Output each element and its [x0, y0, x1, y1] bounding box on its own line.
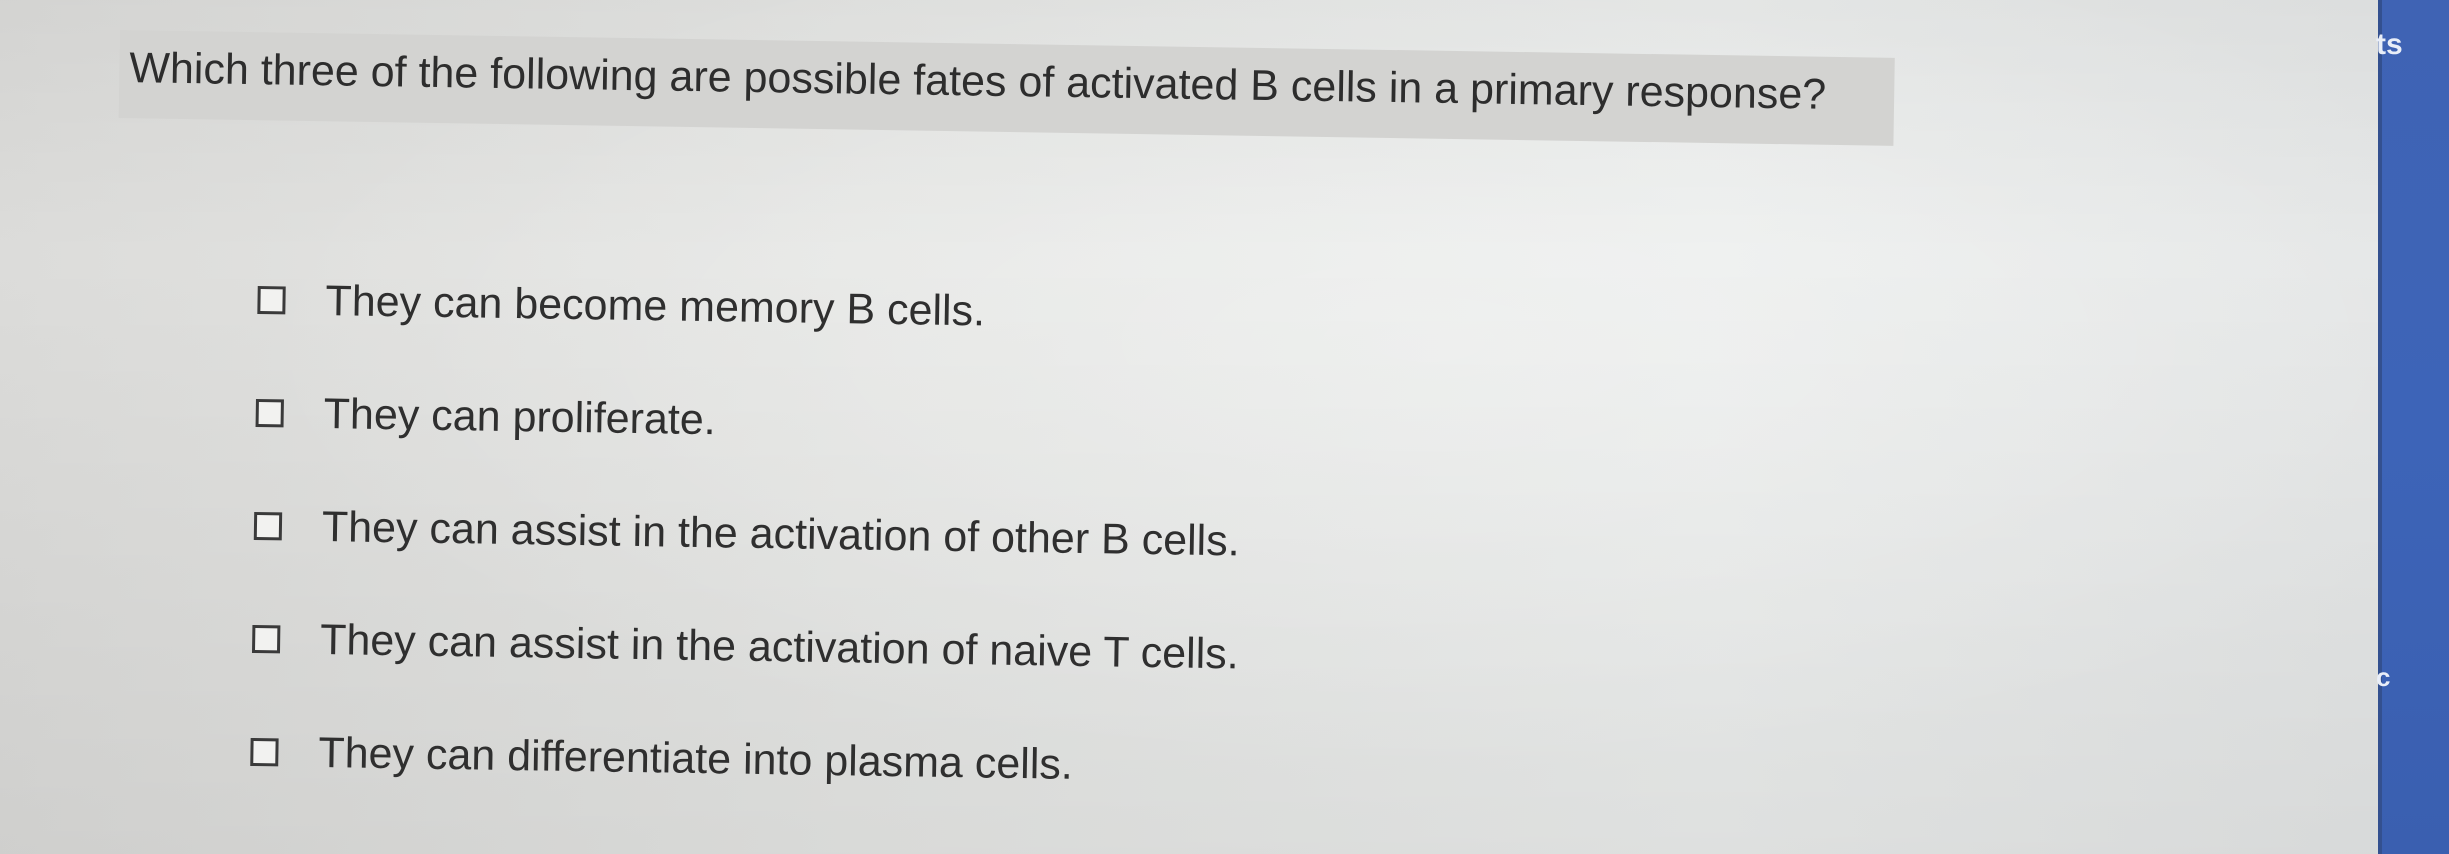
- checkbox[interactable]: [257, 285, 286, 315]
- side-panel-edge: [2378, 0, 2382, 854]
- question-text: Which three of the following are possibl…: [129, 44, 1827, 119]
- option-memory-b-cells[interactable]: They can become memory B cells.: [257, 270, 985, 341]
- checkbox[interactable]: [253, 511, 283, 541]
- option-label: They can assist in the activation of nai…: [319, 615, 1240, 678]
- checkbox[interactable]: [251, 624, 281, 654]
- side-panel-mid-text: c: [2376, 662, 2391, 692]
- option-label: They can assist in the activation of oth…: [321, 502, 1241, 565]
- side-panel: [2378, 0, 2449, 854]
- option-label: They can become memory B cells.: [325, 276, 986, 335]
- checkbox[interactable]: [255, 398, 284, 428]
- option-proliferate[interactable]: They can proliferate.: [255, 383, 716, 450]
- side-panel-top-text: ts: [2376, 28, 2403, 61]
- checkbox[interactable]: [250, 737, 279, 767]
- question-banner: Which three of the following are possibl…: [118, 30, 1895, 146]
- option-assist-b-cells[interactable]: They can assist in the activation of oth…: [253, 496, 1241, 571]
- option-assist-t-cells[interactable]: They can assist in the activation of nai…: [251, 609, 1240, 684]
- option-label: They can differentiate into plasma cells…: [318, 728, 1074, 789]
- option-label: They can proliferate.: [323, 389, 717, 444]
- option-plasma-cells[interactable]: They can differentiate into plasma cells…: [250, 722, 1073, 795]
